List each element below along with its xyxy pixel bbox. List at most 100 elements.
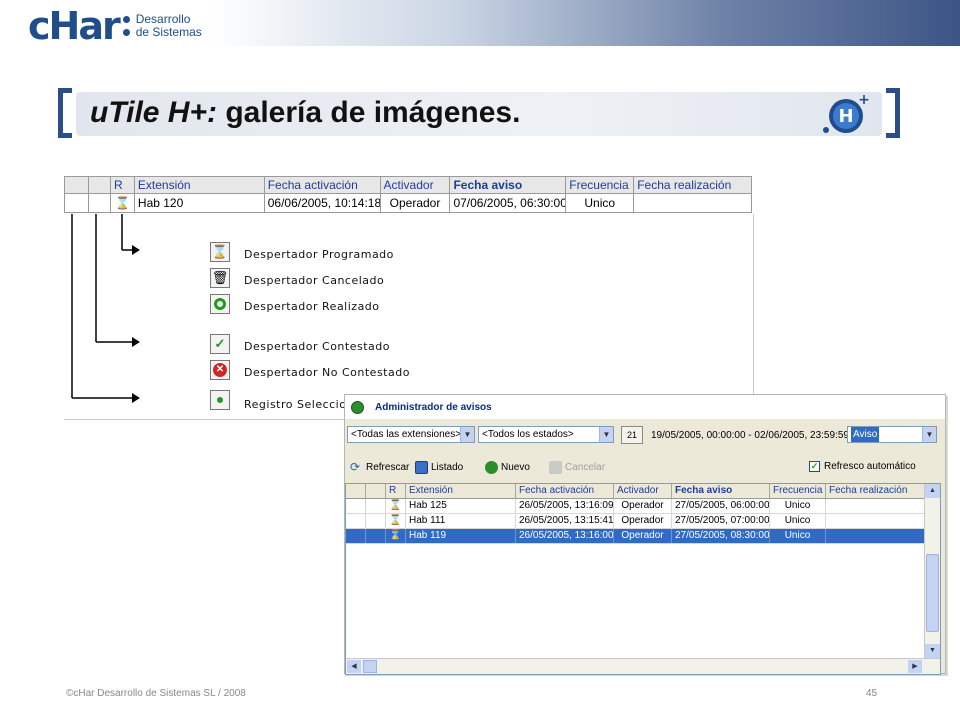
cell-extension: Hab 111 bbox=[406, 514, 516, 528]
cell bbox=[346, 514, 366, 528]
col-header-fecha-realizacion[interactable]: Fecha realización bbox=[826, 484, 926, 498]
new-button[interactable]: Nuevo bbox=[485, 461, 530, 474]
calendar-icon: 21 bbox=[626, 430, 637, 440]
col-header-extension[interactable]: Extensión bbox=[406, 484, 516, 498]
hourglass-icon: ⌛ bbox=[111, 194, 135, 212]
check-icon[interactable]: ✓ bbox=[809, 461, 820, 472]
hourglass-icon: ⌛ bbox=[386, 514, 406, 528]
vertical-scrollbar[interactable]: ▲ ▼ bbox=[924, 484, 940, 658]
col-header-r[interactable]: R bbox=[386, 484, 406, 498]
cell bbox=[346, 499, 366, 513]
col-header[interactable] bbox=[346, 484, 366, 498]
cancel-button[interactable]: Cancelar bbox=[549, 461, 605, 474]
col-header-fecha-aviso: Fecha aviso bbox=[450, 177, 567, 193]
slide-title-rest: galería de imágenes. bbox=[216, 96, 521, 129]
connector-lines bbox=[71, 214, 140, 403]
cell bbox=[366, 499, 386, 513]
legend-area: ⌛ Despertador Programado 🗑 Despertador C… bbox=[64, 214, 754, 420]
refresh-label: Refrescar bbox=[366, 462, 410, 473]
check-icon: ✓ bbox=[210, 334, 230, 354]
state-filter-value: <Todos los estados> bbox=[482, 429, 574, 440]
trash-icon bbox=[549, 461, 562, 474]
cell-extension: Hab 125 bbox=[406, 499, 516, 513]
scroll-left-icon[interactable]: ◀ bbox=[347, 660, 361, 673]
scroll-up-icon[interactable]: ▲ bbox=[925, 484, 940, 498]
legend-label: Despertador Realizado bbox=[244, 300, 380, 313]
chevron-down-icon[interactable]: ▼ bbox=[460, 427, 474, 442]
hourglass-icon: ⌛ bbox=[386, 499, 406, 513]
scroll-thumb[interactable] bbox=[926, 554, 939, 632]
table-row[interactable]: ⌛ Hab 125 26/05/2005, 13:16:09 Operador … bbox=[346, 499, 940, 514]
scroll-right-icon[interactable]: ▶ bbox=[908, 660, 922, 673]
new-label: Nuevo bbox=[501, 462, 530, 473]
svg-text:+: + bbox=[858, 92, 870, 108]
col-header-activador: Activador bbox=[381, 177, 451, 193]
cell-fecha-activacion: 26/05/2005, 13:16:00 bbox=[516, 529, 614, 543]
hourglass-icon: ⌛ bbox=[210, 242, 230, 262]
col-header[interactable] bbox=[366, 484, 386, 498]
cell-activador: Operador bbox=[614, 499, 672, 513]
cross-icon: ✕ bbox=[210, 360, 230, 380]
col-header-fecha-activacion[interactable]: Fecha activación bbox=[516, 484, 614, 498]
cell-activador: Operador bbox=[381, 194, 451, 212]
legend-label: Despertador Cancelado bbox=[244, 274, 385, 287]
table-row[interactable]: ⌛ Hab 111 26/05/2005, 13:15:41 Operador … bbox=[346, 514, 940, 529]
auto-refresh-checkbox[interactable]: ✓ Refresco automático bbox=[809, 461, 916, 472]
cell-fecha-activacion: 26/05/2005, 13:15:41 bbox=[516, 514, 614, 528]
horizontal-scrollbar[interactable]: ◀ ▶ bbox=[346, 658, 940, 674]
utile-logo-icon: H + bbox=[823, 92, 870, 133]
table-row-selected[interactable]: ⌛ Hab 119 26/05/2005, 13:16:00 Operador … bbox=[346, 529, 940, 544]
legend-label: Despertador No Contestado bbox=[244, 366, 410, 379]
legend-label: Despertador Programado bbox=[244, 248, 394, 261]
refresh-button[interactable]: ⟳ Refrescar bbox=[350, 461, 409, 474]
slide-title: uTile H+: galería de imágenes. bbox=[90, 96, 520, 130]
avisos-grid: R Extensión Fecha activación Activador F… bbox=[345, 483, 941, 675]
avisos-grid-header: R Extensión Fecha activación Activador F… bbox=[346, 484, 940, 499]
cell-fecha-realizacion bbox=[826, 499, 926, 513]
col-header bbox=[89, 177, 111, 193]
page-number: 45 bbox=[866, 688, 878, 699]
cell-fecha-aviso: 27/05/2005, 07:00:00 bbox=[672, 514, 770, 528]
avisos-window: Administrador de avisos <Todas las exten… bbox=[344, 394, 946, 675]
slide-title-italic: uTile H+: bbox=[90, 96, 217, 129]
chevron-down-icon[interactable]: ▼ bbox=[922, 427, 936, 442]
cell-extension: Hab 119 bbox=[406, 529, 516, 543]
svg-text:H: H bbox=[838, 106, 853, 127]
col-header bbox=[65, 177, 89, 193]
filter-bar: <Todas las extensiones> ▼ <Todos los est… bbox=[345, 423, 945, 445]
type-filter-select[interactable]: Aviso ▼ bbox=[847, 426, 937, 443]
extension-filter-value: <Todas las extensiones> bbox=[351, 429, 462, 440]
col-header-extension: Extensión bbox=[135, 177, 265, 193]
brand-logo: cHar Desarrollo de Sistemas bbox=[28, 4, 202, 48]
extension-filter-select[interactable]: <Todas las extensiones> ▼ bbox=[347, 426, 475, 443]
app-icon bbox=[351, 401, 364, 414]
cell-fecha-aviso: 07/06/2005, 06:30:00 bbox=[450, 194, 567, 212]
scroll-down-icon[interactable]: ▼ bbox=[925, 644, 940, 658]
col-header-frecuencia: Frecuencia bbox=[566, 177, 635, 193]
title-bracket-right bbox=[886, 88, 900, 138]
list-button[interactable]: Listado bbox=[415, 461, 463, 474]
col-header-activador[interactable]: Activador bbox=[614, 484, 672, 498]
monitor-icon bbox=[415, 461, 428, 474]
brand-line1: Desarrollo bbox=[135, 12, 191, 26]
calendar-button[interactable]: 21 bbox=[621, 426, 643, 444]
col-header-fecha-realizacion: Fecha realización bbox=[637, 178, 732, 192]
refresh-icon: ⟳ bbox=[350, 460, 361, 474]
cell bbox=[346, 529, 366, 543]
cell-frecuencia: Unico bbox=[770, 499, 826, 513]
cell-extension: Hab 120 bbox=[135, 194, 265, 212]
col-header-fecha-activacion: Fecha activación bbox=[265, 177, 381, 193]
cell-frecuencia: Unico bbox=[770, 529, 826, 543]
cell bbox=[366, 529, 386, 543]
scroll-thumb[interactable] bbox=[363, 660, 377, 673]
cell-fecha-aviso: 27/05/2005, 08:30:00 bbox=[672, 529, 770, 543]
cell-activador: Operador bbox=[614, 514, 672, 528]
col-header-frecuencia[interactable]: Frecuencia bbox=[770, 484, 826, 498]
chevron-down-icon[interactable]: ▼ bbox=[599, 427, 613, 442]
state-filter-select[interactable]: <Todos los estados> ▼ bbox=[478, 426, 614, 443]
footer-copyright: ©cHar Desarrollo de Sistemas SL / 2008 bbox=[66, 688, 246, 699]
cell-fecha-realizacion bbox=[826, 529, 926, 543]
brand-line2: de Sistemas bbox=[135, 25, 202, 39]
new-icon bbox=[485, 461, 498, 474]
col-header-fecha-aviso[interactable]: Fecha aviso bbox=[672, 484, 770, 498]
